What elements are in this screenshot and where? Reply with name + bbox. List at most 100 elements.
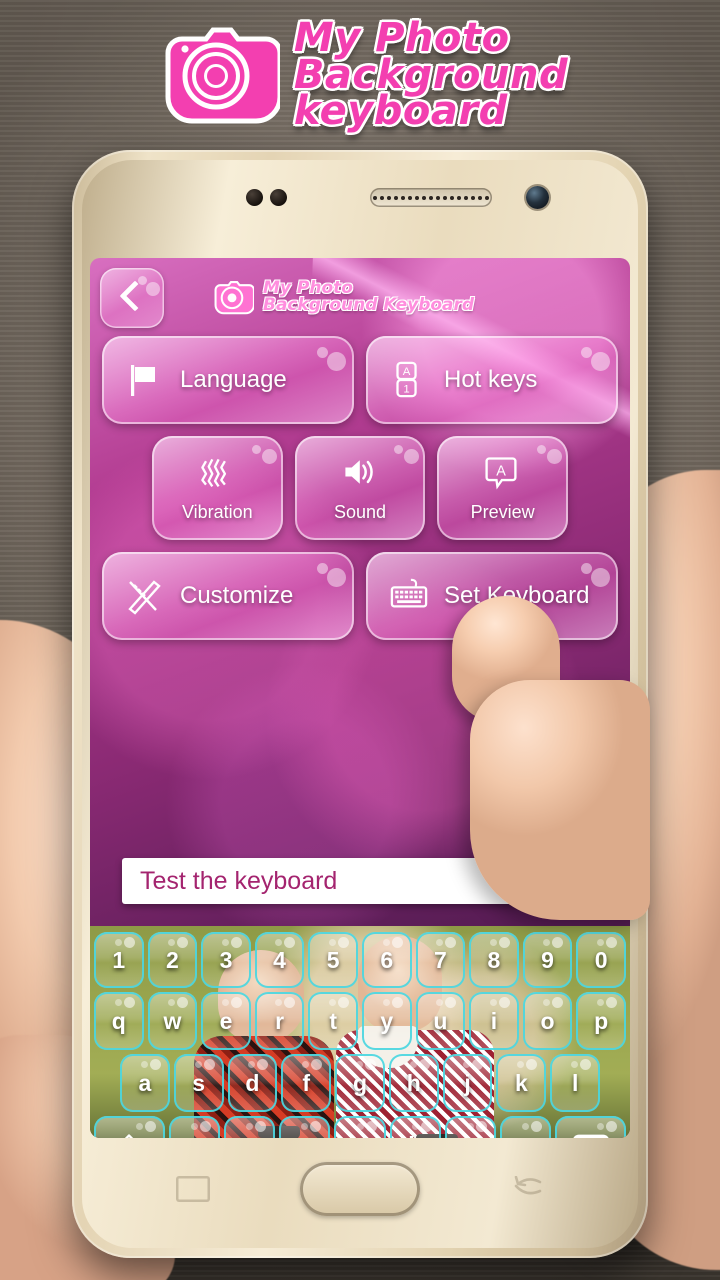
key-shift[interactable] <box>94 1116 165 1138</box>
home-button[interactable] <box>300 1162 420 1216</box>
bubble-decor <box>498 937 510 948</box>
bubble-decor <box>190 1123 198 1130</box>
bubble-decor <box>328 939 336 946</box>
key-label: f <box>302 1069 311 1096</box>
bubble-decor <box>275 939 283 946</box>
key-label: 2 <box>165 946 179 973</box>
key-i[interactable]: i <box>469 992 519 1050</box>
hot-keys-button[interactable]: A 1 Hot keys <box>366 336 618 424</box>
key-3[interactable]: 3 <box>201 932 251 988</box>
key-b[interactable]: b <box>389 1116 441 1138</box>
preview-button[interactable]: A Preview <box>437 436 569 540</box>
preview-a-bubble-icon: A <box>483 454 523 494</box>
bubble-decor <box>168 999 176 1006</box>
key-7[interactable]: 7 <box>415 932 466 988</box>
bubble-decor <box>230 937 242 948</box>
key-k[interactable]: k <box>496 1054 547 1112</box>
vibration-button[interactable]: Vibration <box>152 436 283 540</box>
key-y[interactable]: y <box>361 992 412 1050</box>
key-r[interactable]: r <box>254 992 305 1050</box>
phone-bottom-bezel <box>72 1138 648 1258</box>
bubble-decor <box>581 347 592 358</box>
bubble-decor <box>203 1059 215 1070</box>
key-e[interactable]: e <box>201 992 251 1050</box>
test-keyboard-input-value: Test the keyboard <box>140 866 338 895</box>
bubble-decor <box>489 999 497 1006</box>
vibration-label: Vibration <box>181 501 253 522</box>
key-label: r <box>275 1007 285 1034</box>
key-h[interactable]: h <box>388 1054 439 1112</box>
back-button-nav[interactable] <box>510 1175 544 1202</box>
bubble-decor <box>404 449 420 464</box>
bubble-decor <box>537 445 547 454</box>
key-a[interactable]: a <box>120 1054 170 1112</box>
customize-button[interactable]: Customize <box>102 552 354 640</box>
svg-text:A: A <box>403 366 411 378</box>
bubble-decor <box>317 563 328 574</box>
key-label: 8 <box>487 946 501 973</box>
key-4[interactable]: 4 <box>254 932 305 988</box>
key-l[interactable]: l <box>550 1054 601 1112</box>
key-0[interactable]: 0 <box>576 932 626 988</box>
bubble-decor <box>301 1123 309 1130</box>
key-label: 6 <box>380 946 394 973</box>
bubble-decor <box>552 997 564 1008</box>
key-d[interactable]: d <box>227 1054 278 1112</box>
sound-button[interactable]: Sound <box>294 436 426 540</box>
bubble-decor <box>382 939 390 946</box>
bubble-decor <box>489 939 497 946</box>
key-6[interactable]: 6 <box>361 932 412 988</box>
key-f[interactable]: f <box>281 1054 332 1112</box>
key-z[interactable]: z <box>168 1116 220 1138</box>
key-5[interactable]: 5 <box>308 932 358 988</box>
pencil-ruler-icon <box>124 576 164 616</box>
key-t[interactable]: t <box>308 992 358 1050</box>
key-m[interactable]: m <box>500 1116 552 1138</box>
key-u[interactable]: u <box>415 992 466 1050</box>
key-s[interactable]: s <box>173 1054 224 1112</box>
key-label: q <box>111 1007 126 1034</box>
bubble-decor <box>605 937 617 948</box>
key-v[interactable]: v <box>334 1116 386 1138</box>
key-x[interactable]: x <box>223 1116 276 1138</box>
language-button[interactable]: Language <box>102 336 354 424</box>
bubble-decor <box>337 937 349 948</box>
proximity-sensor-icon <box>246 189 263 206</box>
bubble-decor <box>463 1061 471 1068</box>
bubble-decor <box>251 445 261 454</box>
key-label: 7 <box>433 946 447 973</box>
phone-top-bezel <box>72 150 648 260</box>
bubble-decor <box>476 1121 488 1132</box>
key-g[interactable]: g <box>335 1054 385 1112</box>
bubble-decor <box>409 1061 417 1068</box>
recents-button[interactable] <box>176 1176 210 1202</box>
bubble-decor <box>581 563 592 574</box>
key-n[interactable]: n <box>444 1116 497 1138</box>
front-camera <box>526 186 549 209</box>
key-w[interactable]: w <box>147 992 198 1050</box>
bubble-decor <box>310 1121 322 1132</box>
bubble-decor <box>149 1059 161 1070</box>
key-9[interactable]: 9 <box>522 932 573 988</box>
back-button[interactable] <box>100 268 164 328</box>
app-logo-header: My Photo Background keyboard <box>0 4 720 146</box>
key-8[interactable]: 8 <box>469 932 519 988</box>
key-backspace[interactable] <box>555 1116 627 1138</box>
bubble-decor <box>531 1121 543 1132</box>
key-o[interactable]: o <box>522 992 573 1050</box>
bubble-decor <box>123 937 135 948</box>
keyboard-row-home: asdfghjkl <box>90 1054 630 1112</box>
key-q[interactable]: q <box>94 992 144 1050</box>
bubble-decor <box>230 997 242 1008</box>
bubble-decor <box>543 999 551 1006</box>
key-label: 5 <box>326 946 340 973</box>
key-2[interactable]: 2 <box>147 932 198 988</box>
customize-label: Customize <box>180 582 294 609</box>
key-p[interactable]: p <box>576 992 626 1050</box>
vibration-icon <box>197 454 237 494</box>
key-c[interactable]: c <box>279 1116 331 1138</box>
key-1[interactable]: 1 <box>94 932 144 988</box>
bubble-decor <box>327 352 346 371</box>
key-j[interactable]: j <box>442 1054 493 1112</box>
bubble-decor <box>436 939 444 946</box>
